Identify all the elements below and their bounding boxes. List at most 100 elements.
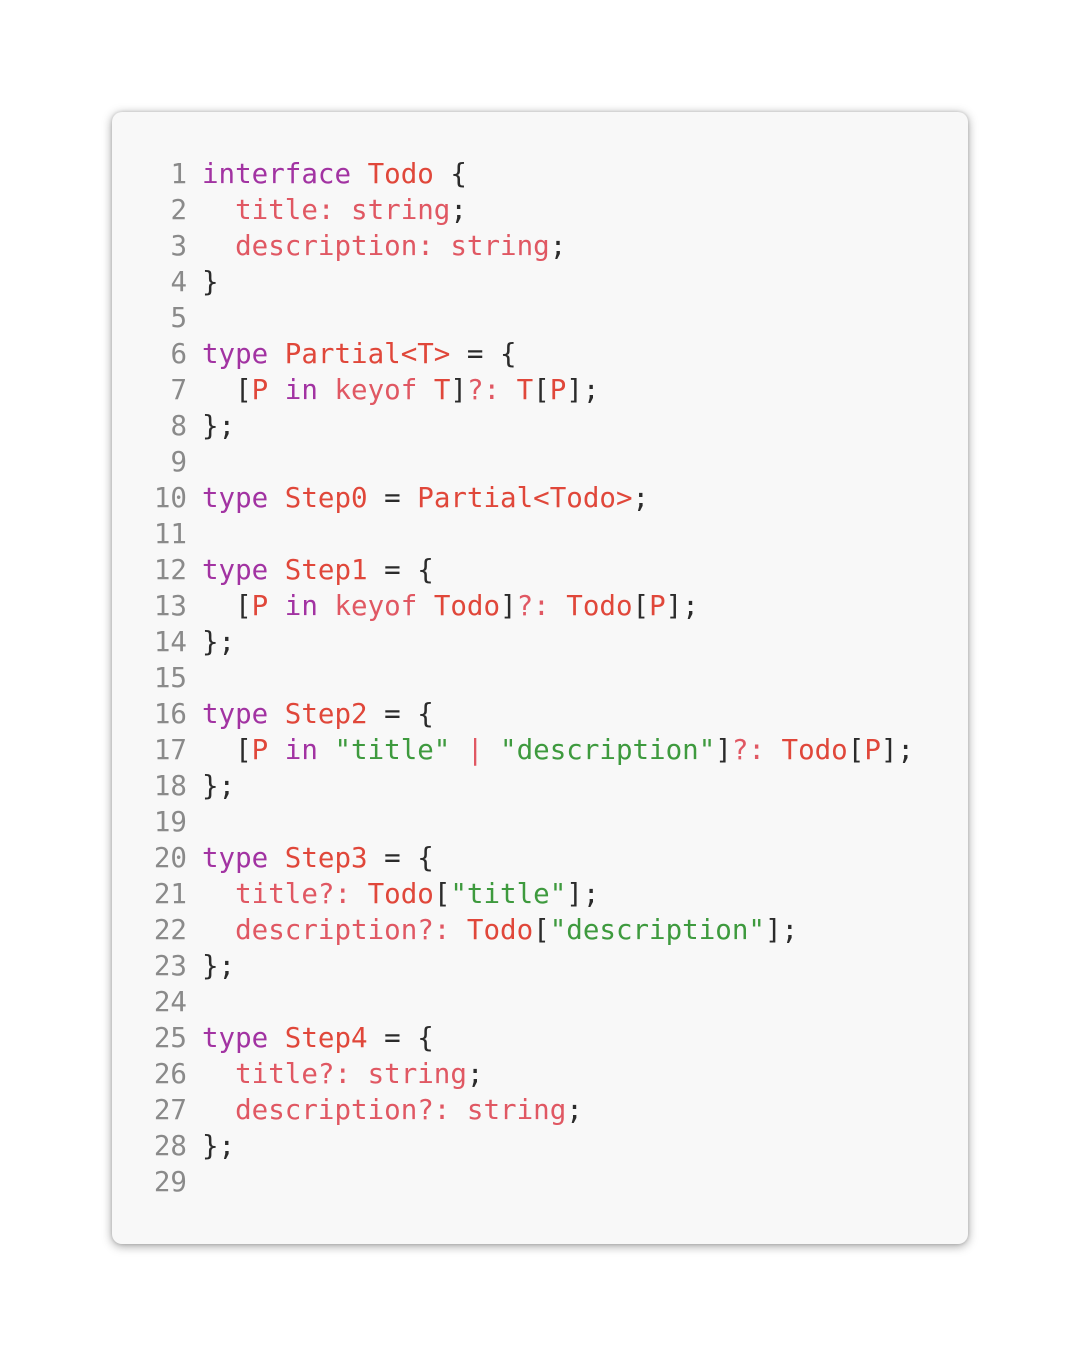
- code-text: [P in "title" | "description"]?: Todo[P]…: [202, 732, 914, 768]
- code-text: };: [202, 1128, 235, 1164]
- code-line: 22 description?: Todo["description"];: [0, 912, 1080, 948]
- code-line: 14};: [0, 624, 1080, 660]
- code-line: 28};: [0, 1128, 1080, 1164]
- code-line: 23};: [0, 948, 1080, 984]
- code-text: type Step2 = {: [202, 696, 434, 732]
- line-number: 20: [153, 842, 187, 874]
- code-token: ];: [566, 374, 600, 406]
- code-line: 4}: [0, 264, 1080, 300]
- code-token: };: [202, 626, 236, 658]
- code-token: Step2: [284, 698, 368, 730]
- code-token: ;: [450, 194, 467, 226]
- code-line: 15: [0, 660, 1080, 696]
- code-token: ]: [450, 374, 467, 406]
- code-line: 11: [0, 516, 1080, 552]
- code-token: = {: [367, 698, 434, 730]
- code-token: [: [202, 374, 252, 406]
- code-token: description?: string: [235, 1094, 567, 1126]
- code-line: 17 [P in "title" | "description"]?: Todo…: [0, 732, 1080, 768]
- code-token: type: [202, 482, 285, 514]
- line-number: 23: [153, 950, 187, 982]
- code-token: keyof: [334, 590, 434, 622]
- code-line: 20 type Step3 = {: [0, 840, 1080, 876]
- code-token: ]: [500, 590, 517, 622]
- code-token: };: [202, 950, 236, 982]
- code-token: };: [202, 1130, 236, 1162]
- code-token: ];: [566, 878, 600, 910]
- code-line: 27 description?: string;: [0, 1092, 1080, 1128]
- line-number: 11: [153, 518, 187, 550]
- line-number: 26: [153, 1058, 187, 1090]
- code-token: "description": [500, 734, 716, 766]
- code-token: =: [367, 482, 418, 514]
- code-text: };: [202, 948, 235, 984]
- code-token: title?:: [235, 878, 368, 910]
- code-line: 9: [0, 444, 1080, 480]
- line-number: 3: [170, 230, 187, 262]
- code-token: ;: [466, 1058, 484, 1090]
- code-token: Todo: [367, 158, 434, 190]
- code-line: 1 interface Todo {: [0, 156, 1080, 192]
- code-block: 1 interface Todo {2 title: string; 3 descr…: [0, 156, 1080, 1200]
- code-text: description?: Todo["description"];: [202, 912, 798, 948]
- code-text: type Step4 = {: [202, 1020, 434, 1056]
- code-token: [: [632, 590, 650, 622]
- code-token: Todo: [781, 734, 848, 766]
- code-token: };: [202, 410, 236, 442]
- code-token: P: [864, 734, 881, 766]
- line-number: 28: [153, 1130, 187, 1162]
- code-line: 29: [0, 1164, 1080, 1200]
- code-token: ?:: [516, 590, 567, 622]
- code-line: 16 type Step2 = {: [0, 696, 1080, 732]
- code-token: type: [202, 554, 285, 586]
- code-token: interface: [202, 158, 368, 190]
- line-number: 8: [170, 410, 187, 442]
- code-token: title?: string: [235, 1058, 467, 1090]
- code-text: }: [202, 264, 219, 300]
- code-line: 26 title?: string;: [0, 1056, 1080, 1092]
- code-token: = {: [450, 338, 517, 370]
- code-token: type: [202, 842, 285, 874]
- code-token: ]: [715, 734, 732, 766]
- code-line: 25 type Step4 = {: [0, 1020, 1080, 1056]
- line-number: 7: [170, 374, 187, 406]
- code-line: 13 [P in keyof Todo]?: Todo[P];: [0, 588, 1080, 624]
- line-number: 12: [153, 554, 187, 586]
- code-text: title?: string;: [202, 1056, 483, 1092]
- line-number: 15: [153, 662, 187, 694]
- line-number: 13: [153, 590, 187, 622]
- line-number: 4: [170, 266, 187, 298]
- code-line: 19: [0, 804, 1080, 840]
- line-number: 25: [153, 1022, 187, 1054]
- code-token: P: [649, 590, 666, 622]
- code-text: };: [202, 408, 235, 444]
- code-token: description?:: [235, 914, 467, 946]
- code-token: keyof: [334, 374, 434, 406]
- code-token: description: string: [235, 230, 550, 262]
- code-text: type Step3 = {: [202, 840, 434, 876]
- line-number: 16: [153, 698, 187, 730]
- code-token: in: [268, 590, 335, 622]
- code-line: 24: [0, 984, 1080, 1020]
- code-token: Step1: [284, 554, 368, 586]
- code-line: 10 type Step0 = Partial<Todo>;: [0, 480, 1080, 516]
- code-token: Todo: [566, 590, 633, 622]
- code-text: };: [202, 624, 235, 660]
- code-token: ;: [566, 1094, 583, 1126]
- line-number: 5: [170, 302, 187, 334]
- code-token: "title": [334, 734, 451, 766]
- code-line: 7 [P in keyof T]?: T[P];: [0, 372, 1080, 408]
- line-number: 2: [170, 194, 187, 226]
- code-token: "title": [450, 878, 567, 910]
- code-token: };: [202, 770, 236, 802]
- code-token: [: [533, 374, 550, 406]
- code-token: in: [268, 374, 335, 406]
- code-token: ?:: [731, 734, 782, 766]
- code-token: ];: [764, 914, 799, 946]
- code-text: };: [202, 768, 235, 804]
- code-text: interface Todo {: [202, 156, 467, 192]
- code-text: type Partial<T> = {: [202, 336, 517, 372]
- code-line: 18};: [0, 768, 1080, 804]
